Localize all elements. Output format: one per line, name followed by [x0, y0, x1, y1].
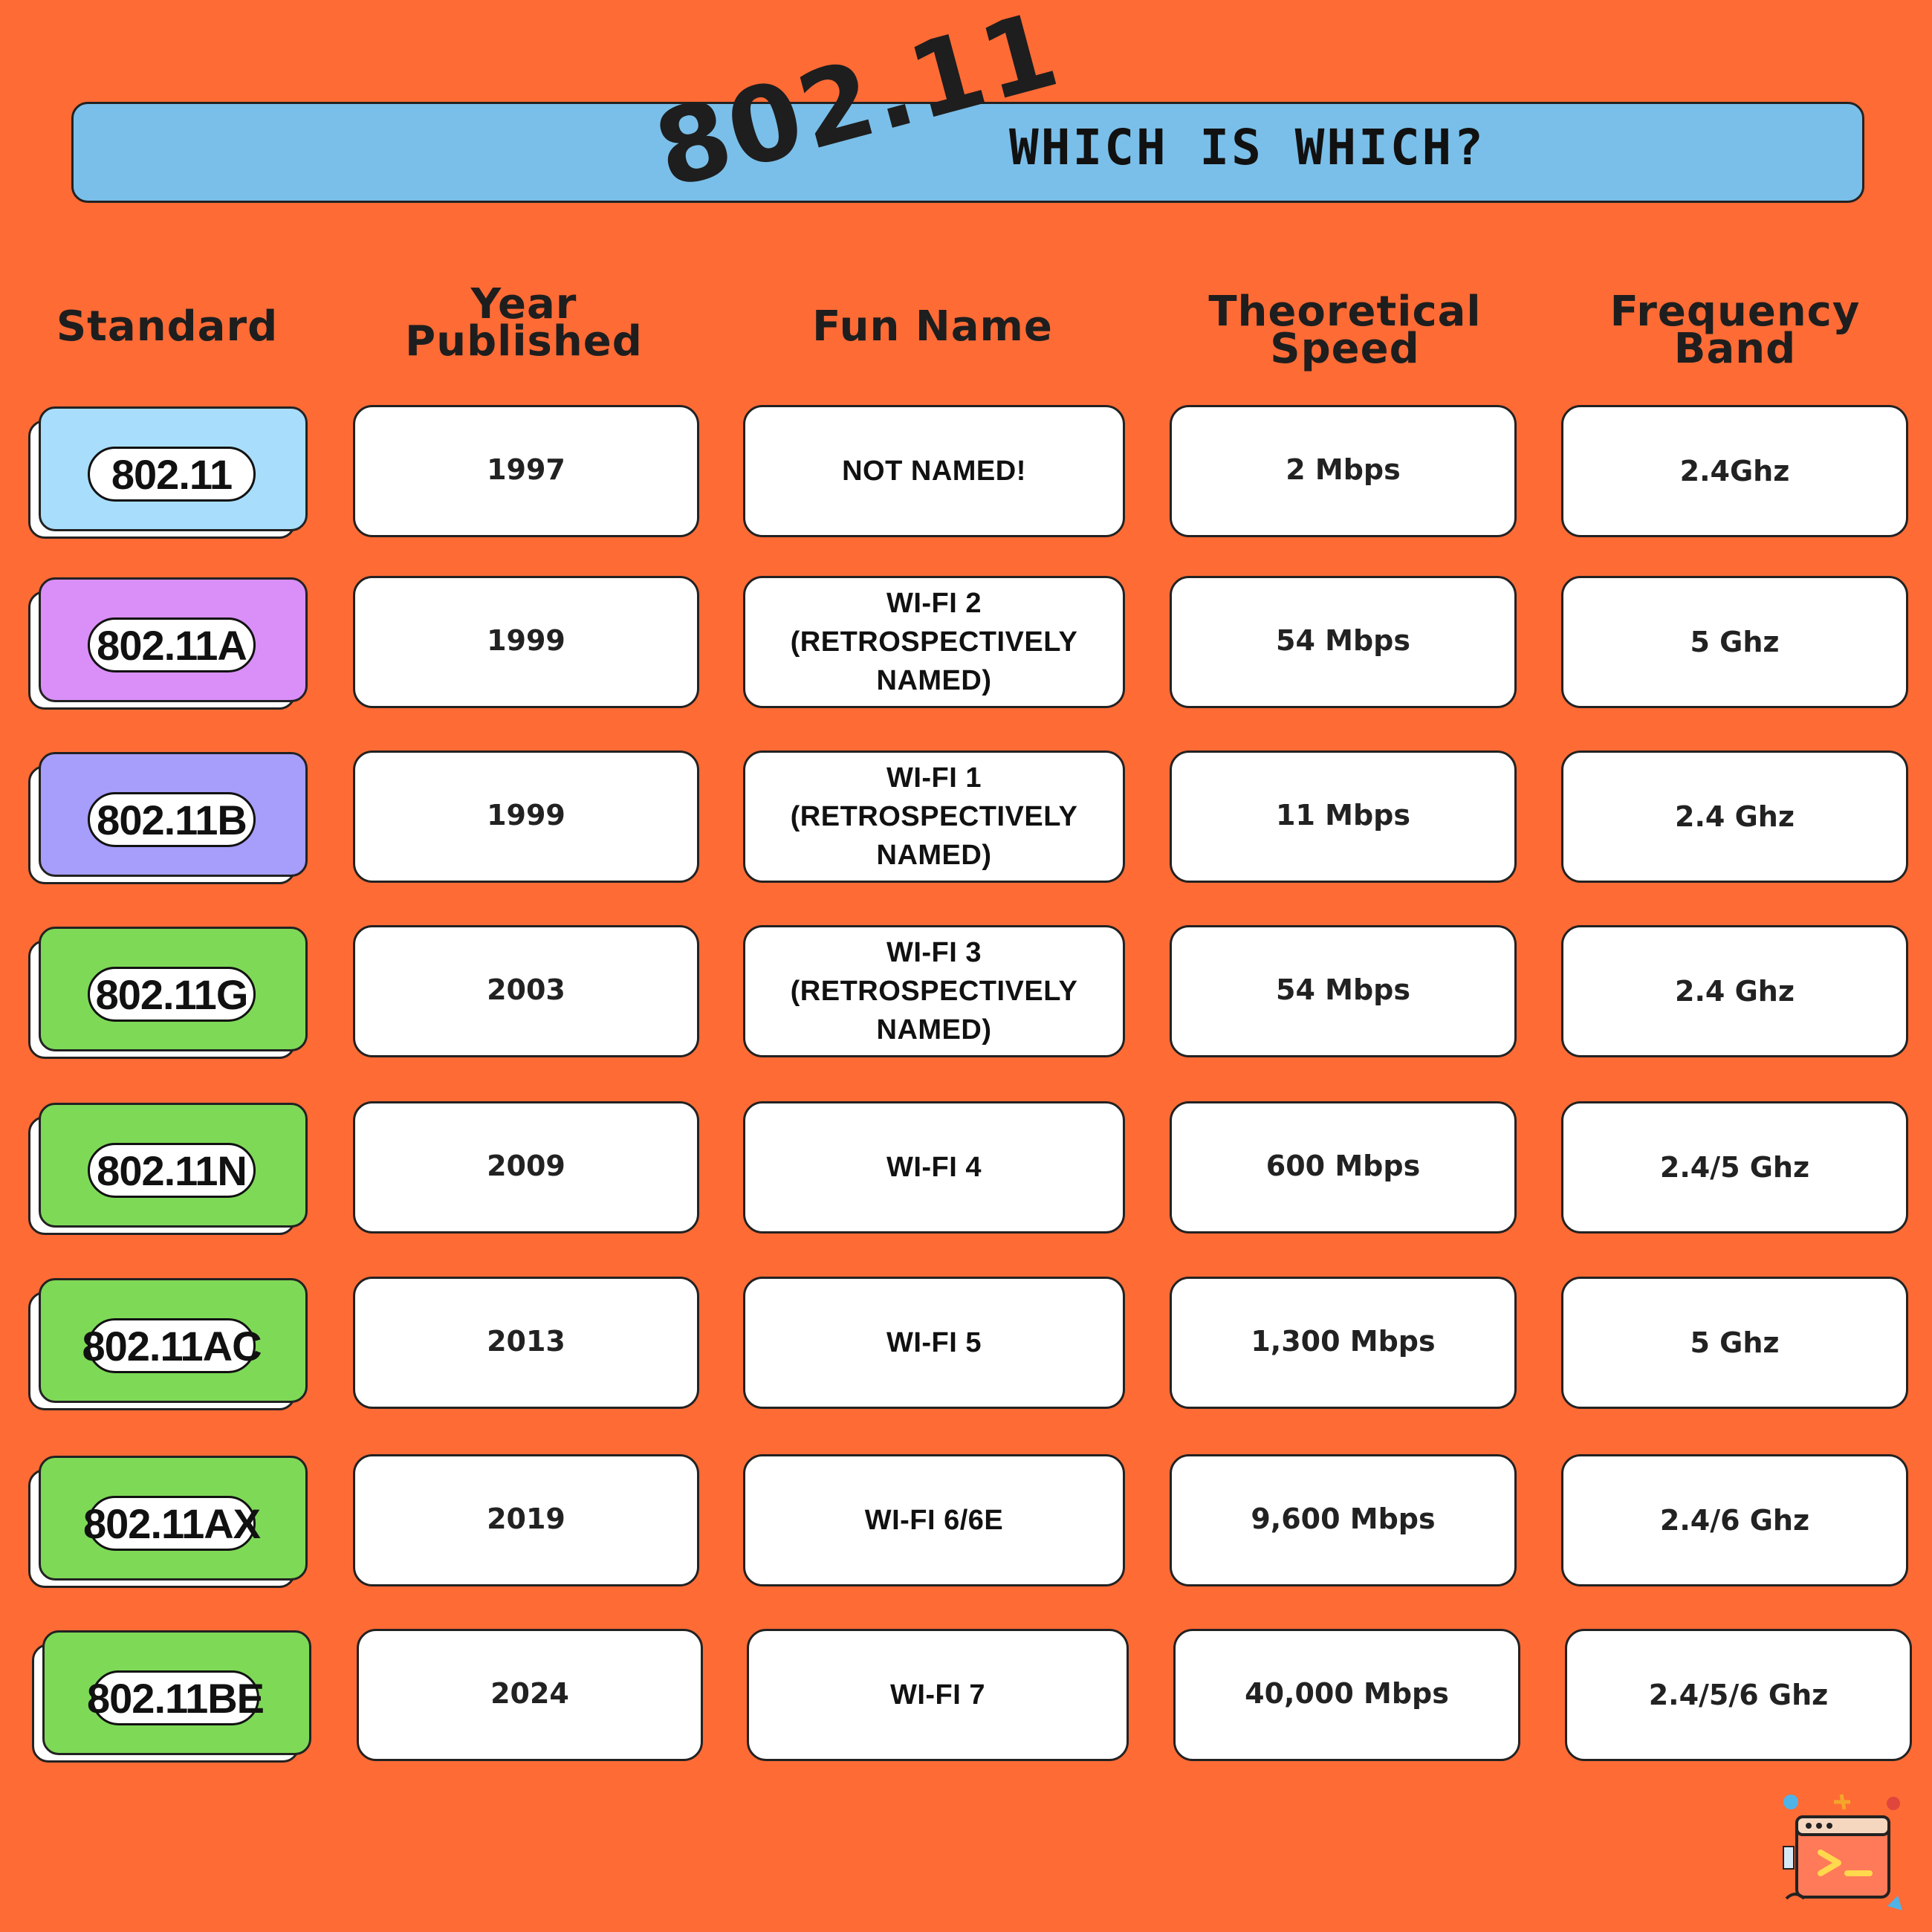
frequency-cell: 2.4/5/6 Ghz [1565, 1629, 1912, 1761]
year-cell: 2013 [353, 1277, 699, 1409]
fun-name-cell: WI-FI 7 [747, 1629, 1129, 1761]
year-cell: 2003 [353, 925, 699, 1057]
fun-name-cell: WI-FI 1 (RETROSPECTIVELY NAMED) [743, 751, 1125, 883]
year-cell: 1999 [353, 751, 699, 883]
standard-label: 802.11B [88, 792, 256, 847]
year-cell: 2024 [357, 1629, 703, 1761]
frequency-cell: 2.4/5 Ghz [1561, 1101, 1908, 1234]
header-year: Year Published [405, 280, 643, 366]
standard-label: 802.11AC [82, 1318, 262, 1373]
terminal-window-icon [1783, 1794, 1902, 1910]
year-cell: 2019 [353, 1454, 699, 1586]
fun-name-cell: WI-FI 3 (RETROSPECTIVELY NAMED) [743, 925, 1125, 1057]
frequency-cell: 2.4 Ghz [1561, 925, 1908, 1057]
fun-name-cell: WI-FI 5 [743, 1277, 1125, 1409]
speed-cell: 54 Mbps [1170, 925, 1517, 1057]
fun-name-cell: WI-FI 6/6E [743, 1454, 1125, 1586]
standard-label: 802.11BE [87, 1670, 265, 1725]
speed-cell: 54 Mbps [1170, 576, 1517, 708]
speed-cell: 2 Mbps [1170, 405, 1517, 537]
speed-cell: 600 Mbps [1170, 1101, 1517, 1234]
frequency-cell: 2.4Ghz [1561, 405, 1908, 537]
year-cell: 1999 [353, 576, 699, 708]
header-speed: Theoretical Speed [1208, 288, 1482, 373]
frequency-cell: 2.4/6 Ghz [1561, 1454, 1908, 1586]
speed-cell: 40,000 Mbps [1173, 1629, 1520, 1761]
frequency-cell: 5 Ghz [1561, 576, 1908, 708]
standard-label: 802.11 [88, 447, 256, 502]
standard-label: 802.11A [88, 617, 256, 672]
year-cell: 2009 [353, 1101, 699, 1234]
speed-cell: 9,600 Mbps [1170, 1454, 1517, 1586]
header-fun-name: Fun Name [812, 302, 1053, 351]
frequency-cell: 2.4 Ghz [1561, 751, 1908, 883]
fun-name-cell: WI-FI 2 (RETROSPECTIVELY NAMED) [743, 576, 1125, 708]
speed-cell: 11 Mbps [1170, 751, 1517, 883]
standard-label: 802.11G [88, 967, 256, 1022]
standard-label: 802.11N [88, 1143, 256, 1198]
fun-name-cell: WI-FI 4 [743, 1101, 1125, 1234]
header-standard: Standard [56, 302, 279, 351]
header-frequency: Frequency Band [1610, 288, 1861, 373]
standard-label: 802.11AX [83, 1496, 261, 1551]
speed-cell: 1,300 Mbps [1170, 1277, 1517, 1409]
banner-title: WHICH IS WHICH? [1009, 119, 1486, 176]
frequency-cell: 5 Ghz [1561, 1277, 1908, 1409]
year-cell: 1997 [353, 405, 699, 537]
fun-name-cell: NOT NAMED! [743, 405, 1125, 537]
